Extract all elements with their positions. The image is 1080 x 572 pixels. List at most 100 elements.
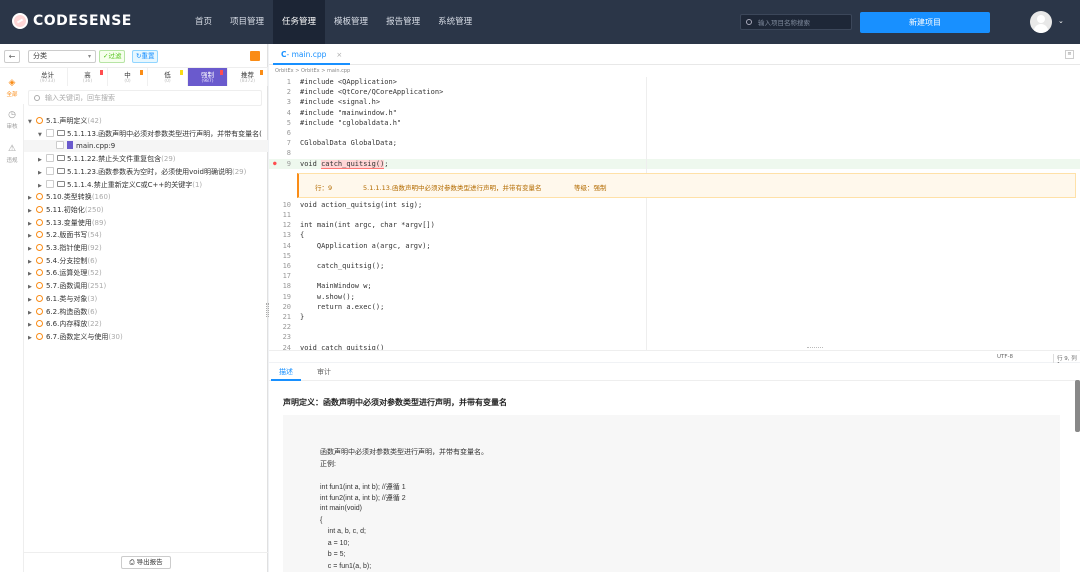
checkbox[interactable]: [46, 128, 54, 137]
checkbox[interactable]: [46, 179, 54, 188]
rail-audit[interactable]: ◷ 审核: [0, 110, 24, 130]
tree-item[interactable]: ▶ 5.1.1.4.禁止重新定义C或C++的关键字(1): [24, 179, 268, 191]
tree-item[interactable]: ▶ 5.11.初始化(250): [24, 204, 268, 216]
tree-item[interactable]: ▶ 5.13.变量使用(89): [24, 217, 268, 229]
caret-down-icon[interactable]: ▼: [28, 116, 36, 127]
caret-right-icon[interactable]: ▶: [38, 167, 46, 178]
rail-violation[interactable]: ⚠ 违规: [0, 144, 24, 164]
tree-item[interactable]: ▼ 5.1.1.13.函数声明中必须对参数类型进行声明，并带有变量名(: [24, 128, 268, 140]
error-level: 等级：强制: [574, 184, 607, 192]
caret-right-icon[interactable]: ▶: [28, 230, 36, 241]
tree-item[interactable]: ▶ 6.6.内存释放(22): [24, 318, 268, 330]
tree-item[interactable]: ▶ 5.1.1.23.函数参数表为空时，必须使用void明确说明(29): [24, 166, 268, 178]
back-button[interactable]: ←: [4, 50, 20, 63]
nav-projects[interactable]: 项目管理: [221, 0, 273, 44]
code-line: 10 void action_quitsig(int sig);: [269, 200, 1080, 210]
tree-item[interactable]: ▶ 6.7.函数定义与使用(30): [24, 331, 268, 343]
nav-system[interactable]: 系统管理: [429, 0, 481, 44]
filter-button[interactable]: ✓过滤: [99, 50, 126, 63]
caret-right-icon[interactable]: ▶: [28, 256, 36, 267]
nav-home[interactable]: 首页: [186, 0, 221, 44]
tree-item[interactable]: ▶ 6.1.类与对象(3): [24, 293, 268, 305]
tree-item[interactable]: ▼ 5.1.声明定义(42): [24, 115, 268, 127]
tree-item[interactable]: ▶ 5.1.1.22.禁止头文件重复包含(29): [24, 153, 268, 165]
tree-item[interactable]: ▶ 5.10.类型转换(160): [24, 191, 268, 203]
project-search-input[interactable]: 输入项目名称搜索: [740, 14, 852, 30]
caret-right-icon[interactable]: ▶: [28, 307, 36, 318]
caret-right-icon[interactable]: ▶: [28, 205, 36, 216]
tree-item[interactable]: ▶ 5.3.指针使用(92): [24, 242, 268, 254]
folder-icon: [57, 129, 65, 136]
stat-tab[interactable]: 中 (0): [108, 68, 148, 86]
line-number: 7: [286, 139, 291, 148]
caret-right-icon[interactable]: ▶: [38, 180, 46, 191]
stat-tab[interactable]: 强制 (987): [188, 68, 228, 86]
tree-item-count: (250): [84, 205, 104, 214]
stat-tab[interactable]: 低 (0): [148, 68, 188, 86]
tab-audit[interactable]: 审计: [309, 363, 339, 381]
new-project-button[interactable]: 新建项目: [860, 12, 990, 33]
caret-right-icon[interactable]: ▶: [28, 281, 36, 292]
line-text: void catch_quitsig();: [300, 159, 389, 169]
tree-item[interactable]: ▶ 5.7.函数调用(251): [24, 280, 268, 292]
code-view[interactable]: 1 #include <QApplication> 2 #include <QtCor…: [269, 77, 1080, 350]
split-handle[interactable]: [807, 347, 823, 349]
logo[interactable]: CODESENSE: [12, 13, 132, 29]
line-number: 10: [282, 200, 291, 209]
user-avatar[interactable]: [1030, 11, 1052, 33]
code-line: 11: [269, 210, 1080, 220]
caret-right-icon[interactable]: ▶: [28, 294, 36, 305]
caret-down-icon[interactable]: ▼: [38, 129, 46, 140]
chevron-down-icon[interactable]: ⌄: [1058, 17, 1064, 25]
caret-right-icon[interactable]: ▶: [28, 243, 36, 254]
nav-templates[interactable]: 模板管理: [325, 0, 377, 44]
reset-button[interactable]: ↻重置: [132, 50, 159, 63]
tree-item-count: (160): [91, 193, 111, 202]
stat-tab[interactable]: 总计 (9733): [28, 68, 68, 86]
flag-icon: [140, 70, 143, 75]
stat-tab[interactable]: 推荐 (8372): [228, 68, 268, 86]
scrollbar[interactable]: [1075, 380, 1080, 432]
description-line: a = 10;: [320, 539, 350, 547]
caret-right-icon[interactable]: ▶: [38, 154, 46, 165]
caret-right-icon[interactable]: ▶: [28, 332, 36, 343]
stat-count: (9733): [40, 79, 55, 84]
line-number: 8: [286, 149, 291, 158]
close-icon[interactable]: ×: [336, 51, 342, 59]
tree-item-label: 6.7.函数定义与使用: [46, 332, 109, 341]
stat-count: (0): [164, 79, 171, 84]
tree-item[interactable]: ▶ 5.2.版面书写(54): [24, 229, 268, 241]
tree-item[interactable]: ▶ 5.6.运算处理(52): [24, 267, 268, 279]
line-number: 4: [286, 108, 291, 117]
caret-right-icon[interactable]: ▶: [28, 268, 36, 279]
line-number: 17: [282, 272, 291, 281]
description-line: 正例:: [320, 460, 336, 468]
rail-all[interactable]: ◈ 全部: [0, 78, 24, 98]
export-report-button[interactable]: ⎙ 导出报告: [121, 556, 171, 569]
checkbox[interactable]: [56, 141, 64, 150]
tab-main-cpp[interactable]: C- main.cpp ×: [273, 44, 351, 65]
folder-icon: [57, 155, 65, 162]
checkbox[interactable]: [46, 166, 54, 175]
group-select[interactable]: 分类 ▾: [28, 50, 96, 63]
keyword-search-input[interactable]: 输入关键词，回车搜索: [28, 90, 262, 106]
logo-icon: [12, 13, 28, 29]
line-text: }: [300, 313, 305, 321]
caret-right-icon[interactable]: ▶: [28, 218, 36, 229]
nav-tasks[interactable]: 任务管理: [273, 0, 326, 44]
checkbox[interactable]: [46, 154, 54, 163]
error-marker-icon[interactable]: ●: [273, 160, 278, 166]
tree-item[interactable]: ▶ 5.4.分支控制(6): [24, 255, 268, 267]
caret-right-icon[interactable]: ▶: [28, 192, 36, 203]
stat-tab[interactable]: 高 (36): [68, 68, 108, 86]
menu-icon[interactable]: ≡: [1065, 50, 1074, 59]
tree-item[interactable]: ▶ 6.2.构造函数(6): [24, 306, 268, 318]
tree-file-item[interactable]: main.cpp:9: [24, 140, 268, 153]
caret-right-icon[interactable]: ▶: [28, 319, 36, 330]
stat-count: (987): [201, 79, 214, 84]
tab-description[interactable]: 描述: [271, 363, 301, 381]
search-placeholder: 输入项目名称搜索: [758, 19, 810, 27]
export-icon[interactable]: [250, 51, 260, 61]
line-number: 21: [282, 313, 291, 321]
nav-reports[interactable]: 报告管理: [377, 0, 429, 44]
